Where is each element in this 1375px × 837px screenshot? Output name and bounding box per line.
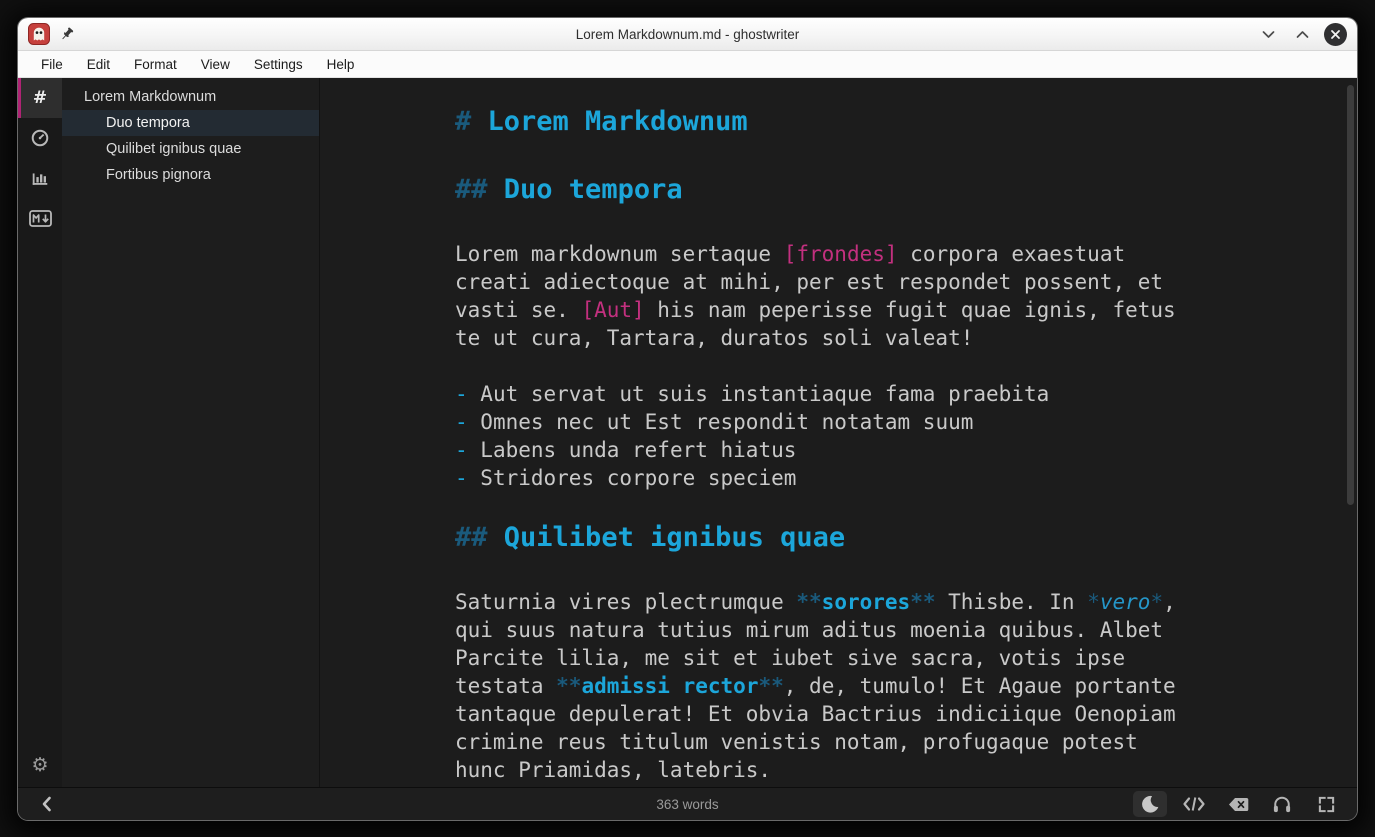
close-button[interactable]	[1324, 23, 1347, 46]
sidebar-toolbar: #	[18, 78, 62, 787]
editor-line: vasti se. [Aut] his nam peperisse fugit …	[455, 296, 1317, 324]
hide-sidebar-button[interactable]	[32, 791, 60, 817]
focus-mode-button[interactable]	[1265, 791, 1299, 817]
menu-edit[interactable]: Edit	[77, 54, 120, 75]
main-area: #	[18, 78, 1357, 787]
editor-line: te ut cura, Tartara, duratos soli valeat…	[455, 324, 1317, 352]
menu-file[interactable]: File	[31, 54, 73, 75]
outline-panel: Lorem MarkdownumDuo temporaQuilibet igni…	[62, 78, 320, 787]
status-bar: 363 words	[18, 787, 1357, 820]
paragraph-block: Saturnia vires plectrumque **sorores** T…	[455, 588, 1317, 784]
editor: # Lorem Markdownum ## Duo tempora Lorem ma…	[320, 78, 1357, 787]
title-bar: Lorem Markdownum.md - ghostwriter	[18, 18, 1357, 51]
toolbar-spacer	[18, 238, 62, 743]
window-controls	[1256, 22, 1347, 46]
editor-content[interactable]: # Lorem Markdownum ## Duo tempora Lorem ma…	[320, 78, 1357, 787]
outline-item-fortibus-pignora[interactable]: Fortibus pignora	[62, 162, 319, 188]
tool-document-statistics[interactable]	[18, 158, 62, 198]
ghost-app-icon	[28, 23, 50, 45]
editor-scrollbar[interactable]	[1347, 85, 1354, 505]
pin-icon	[59, 26, 75, 42]
editor-line: ## Quilibet ignibus quae	[455, 522, 1317, 554]
editor-line: testata **admissi rector**, de, tumulo! …	[455, 672, 1317, 700]
tool-cheat-sheet[interactable]	[18, 198, 62, 238]
markdown-icon	[29, 210, 52, 227]
editor-line: qui suus natura tutius mirum aditus moen…	[455, 616, 1317, 644]
editor-line: crimine reus titulum venistis notam, pro…	[455, 728, 1317, 756]
gear-icon: ⚙	[31, 754, 48, 776]
editor-line: Parcite lilia, me sit et iubet sive sacr…	[455, 644, 1317, 672]
chevron-down-icon	[1262, 30, 1275, 39]
heading-block: ## Duo tempora	[455, 174, 1317, 206]
minimize-button[interactable]	[1256, 22, 1280, 46]
app-window: Lorem Markdownum.md - ghostwriter FileEd…	[18, 18, 1357, 820]
chevron-left-icon	[41, 796, 52, 812]
heading-block: ## Quilibet ignibus quae	[455, 522, 1317, 554]
maximize-button[interactable]	[1290, 22, 1314, 46]
editor-line: - Omnes nec ut Est respondit notatam suu…	[455, 408, 1317, 436]
moon-icon	[1140, 794, 1160, 814]
bar-chart-icon	[30, 168, 50, 188]
chevron-up-icon	[1296, 30, 1309, 39]
code-icon	[1183, 796, 1205, 812]
hemingway-mode-button[interactable]	[1221, 791, 1255, 817]
dark-mode-button[interactable]	[1133, 791, 1167, 817]
close-icon	[1330, 29, 1341, 40]
headphones-icon	[1272, 795, 1292, 813]
editor-line: creati adiectoque at mihi, per est respo…	[455, 268, 1317, 296]
outline-item-duo-tempora[interactable]: Duo tempora	[62, 110, 319, 136]
tool-outline[interactable]: #	[18, 78, 62, 118]
gauge-icon	[30, 128, 50, 148]
status-buttons	[1133, 791, 1343, 817]
editor-line: hunc Priamidas, latebris.	[455, 756, 1317, 784]
editor-line: Saturnia vires plectrumque **sorores** T…	[455, 588, 1317, 616]
heading-block: # Lorem Markdownum	[455, 106, 1317, 138]
menu-format[interactable]: Format	[124, 54, 187, 75]
backspace-icon	[1228, 797, 1249, 812]
menu-settings[interactable]: Settings	[244, 54, 313, 75]
outline-item-quilibet-ignibus-quae[interactable]: Quilibet ignibus quae	[62, 136, 319, 162]
editor-line: - Labens unda refert hiatus	[455, 436, 1317, 464]
editor-line: ## Duo tempora	[455, 174, 1317, 206]
menu-bar: FileEditFormatViewSettingsHelp	[18, 51, 1357, 78]
editor-line: # Lorem Markdownum	[455, 106, 1317, 138]
editor-line: - Stridores corpore speciem	[455, 464, 1317, 492]
html-preview-button[interactable]	[1177, 791, 1211, 817]
window-title: Lorem Markdownum.md - ghostwriter	[18, 27, 1357, 42]
settings-button[interactable]: ⚙	[18, 743, 62, 787]
fullscreen-button[interactable]	[1309, 791, 1343, 817]
hashtag-icon: #	[33, 88, 47, 108]
menu-help[interactable]: Help	[317, 54, 365, 75]
fullscreen-icon	[1318, 796, 1335, 813]
editor-line: Lorem markdownum sertaque [frondes] corp…	[455, 240, 1317, 268]
editor-line: tantaque depulerat! Et obvia Bactrius in…	[455, 700, 1317, 728]
editor-line: - Aut servat ut suis instantiaque fama p…	[455, 380, 1317, 408]
menu-view[interactable]: View	[191, 54, 240, 75]
paragraph-block: Lorem markdownum sertaque [frondes] corp…	[455, 240, 1317, 352]
list-block: - Aut servat ut suis instantiaque fama p…	[455, 380, 1317, 492]
title-bar-left	[28, 23, 75, 45]
outline-item-lorem-markdownum[interactable]: Lorem Markdownum	[62, 84, 319, 110]
tool-session-statistics[interactable]	[18, 118, 62, 158]
